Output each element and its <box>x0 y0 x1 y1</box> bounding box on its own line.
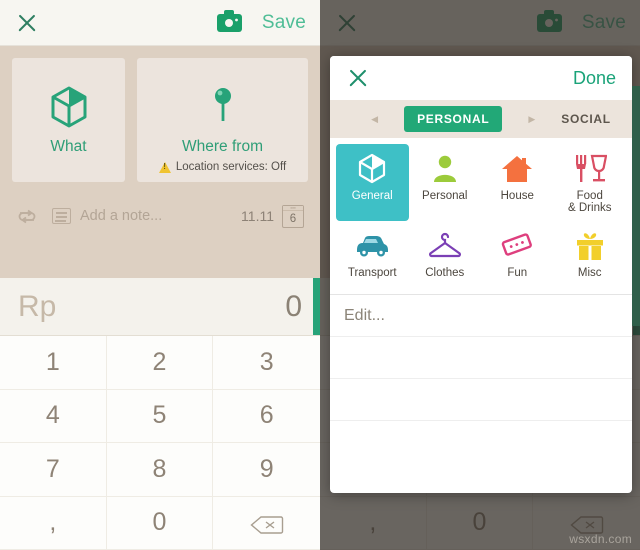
done-button[interactable]: Done <box>573 68 616 89</box>
car-icon <box>354 230 390 261</box>
food-icon <box>573 153 607 184</box>
key-4[interactable]: 4 <box>0 389 107 443</box>
key-backspace[interactable] <box>213 496 320 550</box>
edit-row[interactable]: Edit... <box>330 294 632 336</box>
note-input[interactable]: Add a note... <box>80 208 241 224</box>
key-7[interactable]: 7 <box>0 443 107 497</box>
screenshot-root: Save What Where from ! Location services… <box>0 0 640 550</box>
key-9[interactable]: 9 <box>213 443 320 497</box>
left-topbar: Save <box>0 0 320 46</box>
where-from-card-label: Where from <box>182 137 263 155</box>
numeric-keypad: 1 2 3 4 5 6 7 8 9 , 0 <box>0 336 320 550</box>
category-grid: General Personal House Food & Drinks Tra… <box>330 138 632 294</box>
tab-prev-arrow[interactable]: ◀ <box>371 114 378 125</box>
category-fun[interactable]: Fun <box>481 221 554 290</box>
category-food-drinks[interactable]: Food & Drinks <box>554 144 627 221</box>
where-from-card[interactable]: Where from Location services: Off <box>137 58 308 182</box>
note-icon[interactable] <box>52 208 71 224</box>
warning-icon <box>158 161 171 173</box>
key-5[interactable]: 5 <box>106 389 214 443</box>
left-phone-screen: Save What Where from ! Location services… <box>0 0 320 550</box>
modal-header: Done <box>330 56 632 100</box>
category-fun-label: Fun <box>507 267 528 279</box>
category-personal[interactable]: Personal <box>409 144 482 221</box>
person-icon <box>431 153 459 184</box>
tab-personal[interactable]: PERSONAL <box>404 106 503 132</box>
category-food-drinks-label: Food & Drinks <box>568 190 612 214</box>
calendar-day-label: 6 <box>289 212 297 225</box>
category-general[interactable]: General <box>336 144 409 221</box>
category-picker-modal: Done ◀ PERSONAL ▶ SOCIAL W <box>330 56 632 493</box>
calendar-icon[interactable]: ▪▪▪▪▪ 6 <box>282 204 304 228</box>
amount-row[interactable]: Rp 0 <box>0 278 320 336</box>
key-3[interactable]: 3 <box>213 336 320 390</box>
category-general-label: General <box>351 190 393 202</box>
tab-next-arrow[interactable]: ▶ <box>528 114 535 125</box>
key-0[interactable]: 0 <box>106 496 214 550</box>
category-clothes[interactable]: Clothes <box>409 221 482 290</box>
category-misc[interactable]: Misc <box>554 221 627 290</box>
ticket-icon <box>500 230 534 261</box>
entry-form-area: What Where from Location services: Off <box>0 46 320 278</box>
cube-icon <box>49 85 89 129</box>
hanger-icon <box>428 230 462 261</box>
edit-input[interactable]: Edit... <box>344 307 385 325</box>
location-warning-text: Location services: Off <box>175 161 287 173</box>
key-6[interactable]: 6 <box>213 389 320 443</box>
edit-list: Edit... <box>330 294 632 462</box>
category-personal-label: Personal <box>422 190 468 202</box>
tabs-inner: ◀ PERSONAL ▶ SOCIAL W <box>330 106 632 132</box>
camera-icon[interactable] <box>216 9 242 32</box>
edit-row[interactable] <box>330 420 632 462</box>
cards-row: What Where from Location services: Off <box>12 58 308 182</box>
what-card-label: What <box>50 137 87 155</box>
watermark: wsxdn.com <box>569 532 632 546</box>
key-8[interactable]: 8 <box>106 443 214 497</box>
house-icon <box>501 153 533 184</box>
map-pin-icon <box>208 85 238 129</box>
what-card[interactable]: What <box>12 58 125 182</box>
currency-symbol: Rp <box>18 289 57 323</box>
key-comma[interactable]: , <box>0 496 107 550</box>
repeat-icon[interactable] <box>16 207 38 225</box>
time-label: 11.11 <box>241 208 274 224</box>
category-house[interactable]: House <box>481 144 554 221</box>
close-icon[interactable] <box>346 66 370 90</box>
note-row: Add a note... 11.11 ▪▪▪▪▪ 6 <box>12 192 308 240</box>
edit-row[interactable] <box>330 336 632 378</box>
cube-icon <box>357 153 387 184</box>
gift-icon <box>574 230 606 261</box>
close-icon[interactable] <box>14 10 40 36</box>
category-transport-label: Transport <box>347 267 397 279</box>
right-phone-screen: Save Rp 0 1 2 3 4 5 6 7 8 9 , 0 <box>320 0 640 550</box>
location-warning: Location services: Off <box>137 161 308 173</box>
adjacent-panel-edge <box>632 86 640 326</box>
tab-social[interactable]: SOCIAL <box>561 112 611 126</box>
category-clothes-label: Clothes <box>425 267 465 279</box>
category-misc-label: Misc <box>577 267 602 279</box>
category-transport[interactable]: Transport <box>336 221 409 290</box>
category-tabs: ◀ PERSONAL ▶ SOCIAL W <box>330 100 632 138</box>
category-house-label: House <box>500 190 534 202</box>
save-button[interactable]: Save <box>262 12 306 34</box>
amount-value: 0 <box>285 289 302 323</box>
amount-accent-bar <box>313 278 320 335</box>
edit-row[interactable] <box>330 378 632 420</box>
key-1[interactable]: 1 <box>0 336 107 390</box>
key-2[interactable]: 2 <box>106 336 214 390</box>
backspace-icon <box>250 513 284 534</box>
